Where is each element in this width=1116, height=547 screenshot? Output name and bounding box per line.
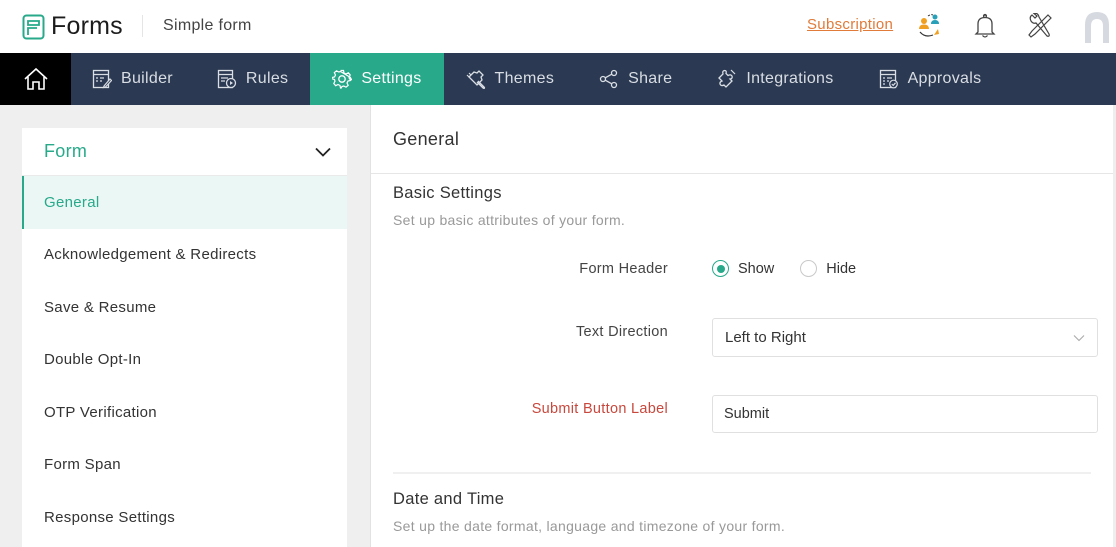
radio-show-label: Show [738, 260, 775, 277]
main-nav: Builder Rules Settings Themes Share Inte… [0, 53, 1116, 105]
radio-hide-label: Hide [826, 260, 857, 277]
puzzle-icon [718, 69, 736, 88]
builder-icon [92, 69, 112, 89]
text-direction-label: Text Direction [575, 324, 668, 340]
user-switch-icon[interactable] [915, 11, 945, 41]
page-title: General [371, 105, 1113, 174]
tab-approvals[interactable]: Approvals [879, 53, 982, 105]
sidebar-section-form[interactable]: Form [22, 128, 347, 176]
forms-logo-icon [22, 14, 45, 39]
tab-themes-label: Themes [494, 70, 555, 87]
sidebar-item-save-resume[interactable]: Save & Resume [22, 281, 347, 334]
home-button[interactable] [0, 53, 71, 105]
date-time-description: Set up the date format, language and tim… [393, 518, 786, 534]
tab-settings[interactable]: Settings [310, 53, 444, 105]
rules-icon [217, 69, 237, 89]
tab-builder[interactable]: Builder [92, 53, 173, 105]
text-direction-select[interactable]: Left to Right [712, 318, 1098, 357]
date-time-title: Date and Time [393, 490, 505, 508]
home-icon [23, 67, 48, 90]
approvals-icon [879, 69, 898, 89]
submit-button-label-input[interactable] [712, 395, 1098, 433]
bell-icon[interactable] [970, 11, 1000, 41]
chevron-down-icon [1073, 334, 1085, 341]
tab-builder-label: Builder [121, 70, 173, 87]
subscription-link[interactable]: Subscription [807, 16, 893, 33]
gear-icon [332, 69, 353, 89]
radio-checked-icon [712, 260, 729, 277]
tools-icon[interactable] [1025, 11, 1055, 41]
app-logo[interactable]: Forms [22, 12, 123, 41]
radio-unchecked-icon [800, 260, 818, 277]
sidebar-item-response-settings[interactable]: Response Settings [22, 491, 347, 544]
form-header-radio-group: Show Hide [712, 260, 882, 277]
app-name: Forms [51, 12, 123, 40]
tab-share-label: Share [628, 70, 673, 87]
basic-settings-title: Basic Settings [393, 184, 502, 202]
sidebar-item-form-span[interactable]: Form Span [22, 439, 347, 492]
tab-rules[interactable]: Rules [217, 53, 288, 105]
basic-settings-description: Set up basic attributes of your form. [393, 212, 626, 228]
sidebar-item-otp-verification[interactable]: OTP Verification [22, 386, 347, 439]
sidebar-item-acknowledgement-redirects[interactable]: Acknowledgement & Redirects [22, 229, 347, 282]
tab-integrations[interactable]: Integrations [717, 53, 833, 105]
tab-rules-label: Rules [245, 70, 289, 87]
sidebar-section-label: Form [44, 141, 88, 161]
settings-sidebar: Form General Acknowledgement & Redirects… [22, 128, 347, 547]
avatar[interactable] [1081, 9, 1113, 43]
header-divider [142, 15, 143, 37]
form-name: Simple form [163, 17, 252, 34]
form-header-hide-radio[interactable]: Hide [800, 260, 856, 277]
form-header-show-radio[interactable]: Show [712, 260, 774, 277]
tab-settings-label: Settings [361, 70, 422, 87]
submit-button-label-label: Submit Button Label [531, 401, 668, 417]
sidebar-item-double-opt-in[interactable]: Double Opt-In [22, 334, 347, 387]
top-header: Forms Simple form Subscription [0, 0, 1116, 53]
chevron-down-icon [315, 147, 331, 157]
tab-themes[interactable]: Themes [466, 53, 555, 105]
sidebar-item-general[interactable]: General [22, 176, 347, 229]
form-header-label: Form Header [579, 261, 668, 277]
brush-icon [466, 70, 485, 89]
section-divider [393, 472, 1091, 474]
share-icon [599, 69, 618, 89]
tab-approvals-label: Approvals [907, 70, 982, 87]
tab-integrations-label: Integrations [746, 70, 834, 87]
settings-panel: General Basic Settings Set up basic attr… [370, 105, 1113, 547]
tab-share[interactable]: Share [599, 53, 672, 105]
text-direction-value: Left to Right [725, 329, 806, 346]
